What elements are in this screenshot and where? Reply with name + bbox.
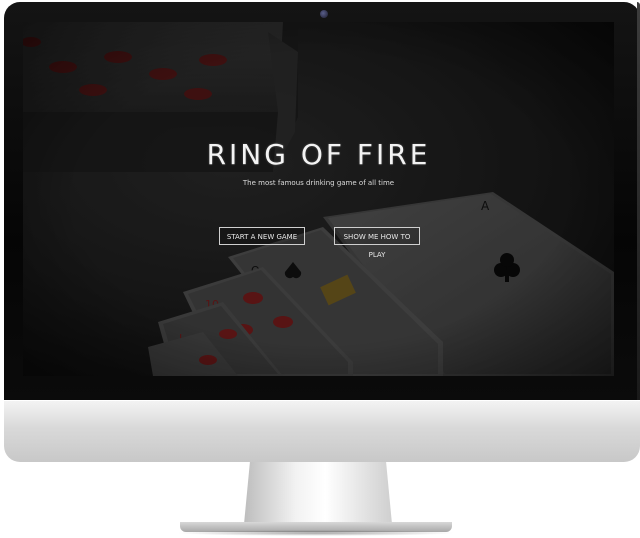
monitor-screen: A Q 10 J — [23, 22, 614, 376]
start-new-game-button[interactable]: START A NEW GAME — [219, 227, 305, 245]
stand-shadow — [176, 530, 456, 536]
page-title: RING OF FIRE — [206, 138, 431, 171]
show-how-to-play-button[interactable]: SHOW ME HOW TO PLAY — [334, 227, 420, 259]
monitor-stand-neck — [244, 462, 392, 524]
page-subtitle: The most famous drinking game of all tim… — [242, 179, 395, 187]
hero-section: RING OF FIRE The most famous drinking ga… — [23, 22, 614, 376]
webcam-icon — [320, 10, 328, 18]
monitor-chin — [4, 400, 640, 462]
